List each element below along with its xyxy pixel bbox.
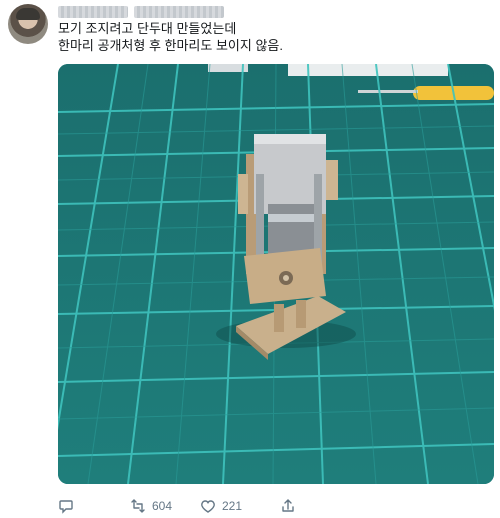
retweet-button[interactable]: 604 xyxy=(130,498,200,514)
like-count: 221 xyxy=(222,499,243,513)
reply-icon xyxy=(59,500,73,514)
tweet-text: 모기 조지려고 단두대 만들었는데 한마리 공개처형 후 한마리도 보이지 않음… xyxy=(58,20,478,54)
redacted-display-name xyxy=(58,6,128,18)
tweet-text-line-2: 한마리 공개처형 후 한마리도 보이지 않음. xyxy=(58,38,283,53)
tweet-photo[interactable] xyxy=(58,64,494,484)
tweet-header-redacted xyxy=(58,4,224,20)
share-button[interactable] xyxy=(280,498,296,514)
tweet: 모기 조지려고 단두대 만들었는데 한마리 공개처형 후 한마리도 보이지 않음… xyxy=(0,0,500,518)
like-button[interactable]: 221 xyxy=(200,498,280,514)
heart-icon xyxy=(201,500,215,513)
retweet-count: 604 xyxy=(152,499,173,513)
avatar-cap xyxy=(16,8,40,20)
tweet-text-line-1: 모기 조지려고 단두대 만들었는데 xyxy=(58,21,237,36)
reply-button[interactable] xyxy=(58,498,130,514)
avatar[interactable] xyxy=(8,4,48,44)
tweet-actions: 604 221 xyxy=(58,496,358,516)
photo-illustration xyxy=(58,64,494,484)
redacted-handle xyxy=(134,6,224,18)
retweet-icon xyxy=(131,499,145,513)
share-icon xyxy=(282,499,294,512)
